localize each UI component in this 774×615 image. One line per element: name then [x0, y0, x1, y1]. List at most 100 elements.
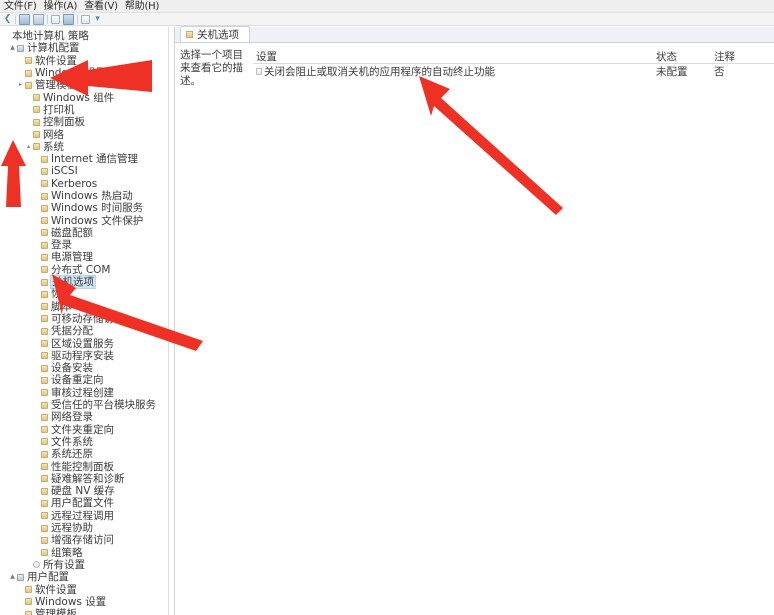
- tree-item[interactable]: 本地计算机 策略: [0, 30, 168, 42]
- tree-item[interactable]: 恢复: [0, 288, 168, 300]
- tree-item[interactable]: ▴ 系统: [0, 141, 168, 153]
- tree-item-label: Windows 设置: [35, 595, 107, 608]
- tree-item[interactable]: 驱动程序安装: [0, 350, 168, 362]
- tree-item[interactable]: Kerberos: [0, 178, 168, 190]
- folder-icon: [41, 487, 48, 495]
- tree-item[interactable]: 受信任的平台模块服务: [0, 399, 168, 411]
- tree-item[interactable]: Windows 热启动: [0, 190, 168, 202]
- tree-item[interactable]: ▲ 计算机配置: [0, 42, 168, 54]
- tree-item[interactable]: Windows 设置: [0, 596, 168, 608]
- tree-item[interactable]: 远程过程调用: [0, 510, 168, 522]
- pane-splitter[interactable]: [168, 27, 175, 615]
- tree-item[interactable]: 网络: [0, 128, 168, 141]
- tree-item[interactable]: 电源管理: [0, 251, 168, 263]
- menu-bar: 文件(F) 操作(A) 查看(V) 帮助(H): [0, 0, 774, 13]
- column-header-state[interactable]: 状态: [656, 49, 714, 64]
- tree-expander-icon[interactable]: ▲: [8, 571, 17, 583]
- properties-icon[interactable]: [19, 13, 30, 25]
- tree-item[interactable]: 组策略: [0, 546, 168, 559]
- folder-icon: [41, 155, 48, 163]
- tree-item[interactable]: iSCSI: [0, 165, 168, 177]
- tree-item[interactable]: 软件设置: [0, 583, 168, 596]
- tree-item[interactable]: ▲ 用户配置: [0, 571, 168, 583]
- refresh-icon[interactable]: [51, 14, 60, 24]
- tree-item-label: 增强存储访问: [51, 534, 114, 547]
- tree-item[interactable]: 关机选项: [0, 275, 168, 290]
- tree-item[interactable]: 设备重定向: [0, 374, 168, 386]
- tree-item[interactable]: 可移动存储访问: [0, 313, 168, 325]
- tree-item[interactable]: 疑难解答和诊断: [0, 473, 168, 485]
- tree-item[interactable]: 系统还原: [0, 448, 168, 460]
- tree-item-label: 关机选项: [50, 275, 96, 290]
- folder-icon: [41, 512, 48, 520]
- tree-item-label: 网络: [43, 128, 64, 141]
- tree-item[interactable]: 文件系统: [0, 436, 168, 448]
- tree-item[interactable]: 磁盘配额: [0, 227, 168, 239]
- menu-help[interactable]: 帮助(H): [123, 0, 164, 13]
- tree-item[interactable]: 文件夹重定向: [0, 424, 168, 436]
- tree-expander-icon[interactable]: ▲: [8, 42, 17, 54]
- folder-icon: [41, 475, 48, 483]
- settings-content: 选择一个项目来查看它的描述。 设置 状态 注释 关闭会阻止或取消关机的应用程序的…: [175, 43, 774, 88]
- tree-expander-icon[interactable]: ▸: [16, 79, 25, 91]
- tree-item[interactable]: Windows 文件保护: [0, 214, 168, 227]
- tree-item-label: Windows 时间服务: [51, 202, 144, 215]
- folder-icon: [41, 352, 48, 360]
- policy-tree[interactable]: 本地计算机 策略 ▲ 计算机配置 软件设置 Windows 设置 ▸ 管理模板 Windows…: [0, 27, 168, 615]
- tree-item[interactable]: 设备安装: [0, 362, 168, 374]
- tree-item-label: 分布式 COM: [51, 263, 111, 276]
- tree-item-label: 管理模板: [35, 608, 77, 615]
- tree-item[interactable]: 管理模板: [0, 608, 168, 615]
- export-icon[interactable]: [63, 13, 74, 25]
- filter-icon[interactable]: ▾: [93, 14, 102, 24]
- column-header-setting[interactable]: 设置: [253, 49, 656, 64]
- tree-item[interactable]: 增强存储访问: [0, 534, 168, 546]
- tree-item[interactable]: 远程协助: [0, 522, 168, 534]
- tree-item[interactable]: 网络登录: [0, 411, 168, 423]
- tree-item[interactable]: Internet 通信管理: [0, 153, 168, 165]
- menu-view[interactable]: 查看(V): [82, 0, 123, 13]
- tree-item[interactable]: 性能控制面板: [0, 460, 168, 473]
- column-header-comment[interactable]: 注释: [714, 49, 774, 64]
- tree-expander-icon[interactable]: ▴: [24, 141, 33, 153]
- tree-item[interactable]: ▸ 管理模板: [0, 79, 168, 91]
- tree-item-label: 系统还原: [51, 448, 93, 461]
- tree-item-label: 用户配置文件: [51, 497, 114, 510]
- tree-item[interactable]: 登录: [0, 239, 168, 251]
- tree-item-label: 软件设置: [35, 54, 77, 67]
- tree-item[interactable]: 审核过程创建: [0, 387, 168, 399]
- folder-icon: [41, 192, 48, 200]
- tree-item[interactable]: 软件设置: [0, 55, 168, 67]
- tree-item[interactable]: 脚本: [0, 301, 168, 313]
- tree-item-label: Windows 组件: [43, 91, 115, 104]
- tree-item-label: 远程过程调用: [51, 509, 114, 522]
- tree-item-label: 区域设置服务: [51, 337, 114, 350]
- tree-item[interactable]: 所有设置: [0, 559, 168, 571]
- tree-item[interactable]: Windows 组件: [0, 91, 168, 104]
- tree-item[interactable]: 硬盘 NV 缓存: [0, 485, 168, 497]
- tree-item[interactable]: 用户配置文件: [0, 497, 168, 509]
- folder-icon: [41, 450, 48, 458]
- tree-item-label: 磁盘配额: [51, 226, 93, 239]
- menu-action[interactable]: 操作(A): [42, 0, 83, 13]
- tree-item-label: 凭据分配: [51, 325, 93, 338]
- tree-item[interactable]: 控制面板: [0, 116, 168, 128]
- tree-item[interactable]: 打印机: [0, 104, 168, 116]
- table-row[interactable]: 关闭会阻止或取消关机的应用程序的自动终止功能 未配置 否: [253, 64, 774, 79]
- help-icon[interactable]: [81, 14, 90, 24]
- back-arrow-icon[interactable]: ❮: [3, 14, 12, 24]
- tab-shutdown-options[interactable]: 关机选项: [180, 26, 250, 42]
- tree-item-label: 文件夹重定向: [51, 423, 114, 436]
- tree-item-label: 远程协助: [51, 522, 93, 535]
- policy-setting-icon: [256, 68, 262, 75]
- tree-item[interactable]: Windows 时间服务: [0, 202, 168, 214]
- tree-item[interactable]: 区域设置服务: [0, 337, 168, 350]
- toolbar-separator-2: [47, 14, 48, 24]
- tree-item-label: 登录: [51, 239, 72, 252]
- tree-item-label: 性能控制面板: [51, 460, 114, 473]
- menu-file[interactable]: 文件(F): [2, 0, 42, 13]
- tree-item[interactable]: 凭据分配: [0, 325, 168, 337]
- folder-icon[interactable]: [33, 13, 44, 25]
- tree-item[interactable]: 分布式 COM: [0, 264, 168, 276]
- tree-item[interactable]: Windows 设置: [0, 67, 168, 79]
